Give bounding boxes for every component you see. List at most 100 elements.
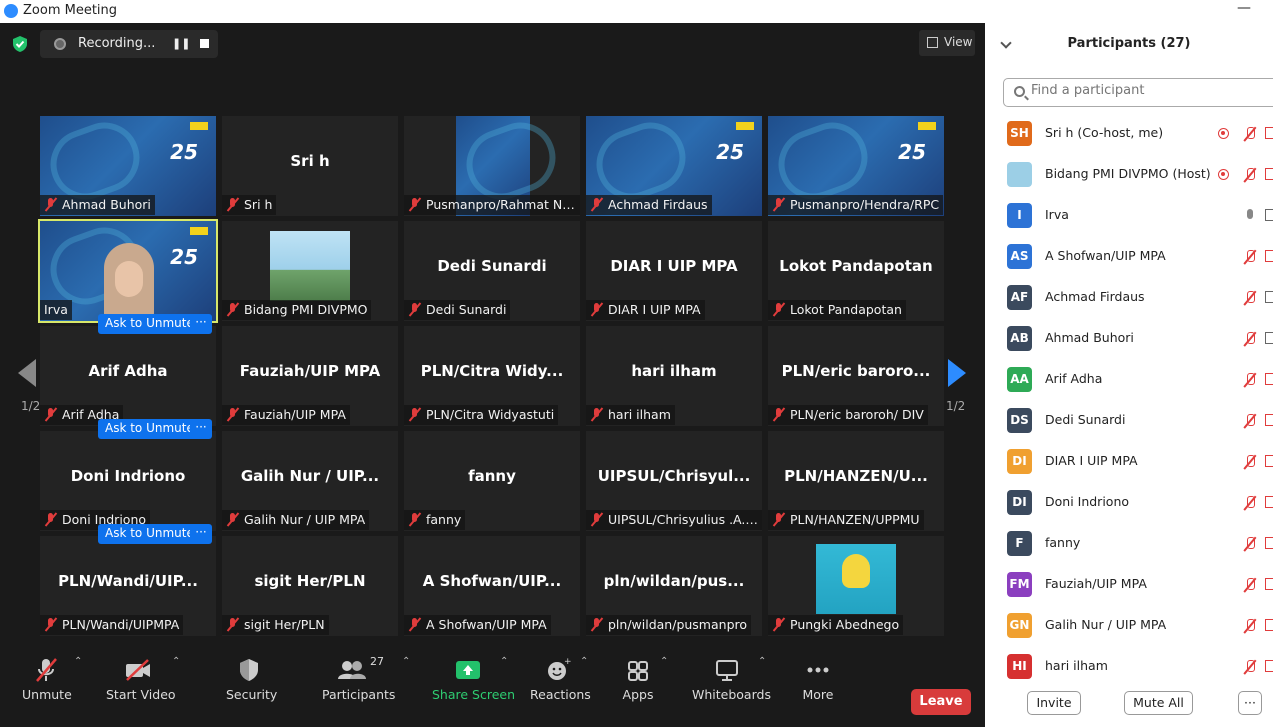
tile-center-name: Lokot Pandapotan <box>779 257 933 275</box>
tile-name: Galih Nur / UIP MPA <box>244 512 366 527</box>
tile-nameplate: Fauziah/UIP MPA <box>222 405 350 425</box>
video-tile[interactable]: A Shofwan/UIP... A Shofwan/UIP MPA <box>404 536 580 636</box>
video-tile[interactable]: fanny fanny <box>404 431 580 531</box>
participant-row[interactable]: AA Arif Adha <box>985 360 1273 401</box>
participant-search[interactable] <box>1003 78 1273 107</box>
video-tile[interactable]: pln/wildan/pus... pln/wildan/pusmanpro <box>586 536 762 636</box>
tile-name: pln/wildan/pusmanpro <box>608 617 748 632</box>
ask-to-unmute-button[interactable]: Ask to Unmute <box>98 419 201 439</box>
video-tile[interactable]: Galih Nur / UIP... Galih Nur / UIP MPA <box>222 431 398 531</box>
video-tile[interactable]: PLN/Citra Widy... PLN/Citra Widyastuti <box>404 326 580 426</box>
video-tile[interactable]: 25 Irva <box>38 219 218 323</box>
unmute-button[interactable]: Unmute <box>22 655 72 702</box>
whiteboards-button[interactable]: Whiteboards <box>692 655 771 702</box>
participant-row[interactable]: Bidang PMI DIVPMO (Host) <box>985 155 1273 196</box>
video-tile[interactable]: Bidang PMI DIVPMO <box>222 221 398 321</box>
avatar: GN <box>1007 613 1032 638</box>
apps-button[interactable]: Apps <box>620 655 656 702</box>
more-button[interactable]: More <box>800 655 836 702</box>
participant-row[interactable]: GN Galih Nur / UIP MPA <box>985 606 1273 647</box>
share-screen-button[interactable]: Share Screen <box>432 655 515 702</box>
pause-recording-icon[interactable]: ❚❚ <box>172 37 190 50</box>
video-tile[interactable]: Pusmanpro/Rahmat Nic... <box>404 116 580 216</box>
participant-row[interactable]: AS A Shofwan/UIP MPA <box>985 237 1273 278</box>
video-tile[interactable]: Doni Indriono Doni Indriono <box>40 431 216 531</box>
participants-panel-title: Participants (27) <box>1067 36 1191 51</box>
participant-row[interactable]: DS Dedi Sunardi <box>985 401 1273 442</box>
previous-page-arrow-icon[interactable] <box>18 359 36 387</box>
video-tile[interactable]: Sri h Sri h <box>222 116 398 216</box>
more-dots-icon <box>807 667 829 673</box>
video-tile[interactable]: Lokot Pandapotan Lokot Pandapotan <box>768 221 944 321</box>
minimize-button[interactable]: — <box>1237 0 1251 16</box>
invite-button[interactable]: Invite <box>1027 691 1081 715</box>
tile-center-name: PLN/HANZEN/U... <box>784 467 928 485</box>
video-tile[interactable]: sigit Her/PLN sigit Her/PLN <box>222 536 398 636</box>
tile-name: Fauziah/UIP MPA <box>244 407 346 422</box>
tile-center-name: hari ilham <box>631 362 717 380</box>
panel-more-button[interactable]: ··· <box>1238 691 1262 715</box>
video-tile[interactable]: 25 Pusmanpro/Hendra/RPC <box>768 116 944 216</box>
video-tile[interactable]: DIAR I UIP MPA DIAR I UIP MPA <box>586 221 762 321</box>
video-tile[interactable]: Arif Adha Arif Adha <box>40 326 216 426</box>
stop-recording-icon[interactable] <box>200 39 209 48</box>
participant-row[interactable]: HI hari ilham <box>985 647 1273 679</box>
video-tile[interactable]: PLN/eric baroro... PLN/eric baroroh/ DIV <box>768 326 944 426</box>
participant-search-input[interactable] <box>1031 83 1271 98</box>
tile-more-button[interactable]: ··· <box>190 314 212 334</box>
security-button[interactable]: Security <box>226 655 277 702</box>
tile-more-button[interactable]: ··· <box>190 524 212 544</box>
next-page-arrow-icon[interactable] <box>948 359 966 387</box>
video-tile[interactable]: Fauziah/UIP MPA Fauziah/UIP MPA <box>222 326 398 426</box>
participant-name: A Shofwan/UIP MPA <box>1045 248 1166 263</box>
participants-options-chevron-icon[interactable]: ⌃ <box>402 656 410 667</box>
video-tile[interactable]: 25 Achmad Firdaus <box>586 116 762 216</box>
video-off-icon <box>1265 660 1273 672</box>
participant-row[interactable]: AB Ahmad Buhori <box>985 319 1273 360</box>
start-video-label: Start Video <box>106 687 176 702</box>
video-tile[interactable]: PLN/Wandi/UIP... PLN/Wandi/UIPMPA <box>40 536 216 636</box>
leave-button[interactable]: Leave <box>911 689 971 715</box>
participant-row[interactable]: FM Fauziah/UIP MPA <box>985 565 1273 606</box>
video-tile[interactable]: UIPSUL/Chrisyul... UIPSUL/Chrisyulius .A.… <box>586 431 762 531</box>
video-tile[interactable]: Pungki Abednego <box>768 536 944 636</box>
ask-to-unmute-button[interactable]: Ask to Unmute <box>98 314 201 334</box>
video-tile[interactable]: PLN/HANZEN/U... PLN/HANZEN/UPPMU <box>768 431 944 531</box>
participant-row[interactable]: I Irva <box>985 196 1273 237</box>
avatar: HI <box>1007 654 1032 679</box>
muted-mic-icon <box>408 408 422 421</box>
share-options-chevron-icon[interactable]: ⌃ <box>500 656 508 667</box>
participants-button[interactable]: 27 Participants <box>322 655 395 702</box>
ask-to-unmute-button[interactable]: Ask to Unmute <box>98 524 201 544</box>
video-tile[interactable]: Dedi Sunardi Dedi Sunardi <box>404 221 580 321</box>
tile-center-name: Dedi Sunardi <box>437 257 547 275</box>
recording-label: Recording... <box>78 36 156 51</box>
video-off-icon <box>1265 578 1273 590</box>
security-shield-icon <box>240 659 258 681</box>
participant-row[interactable]: Ffanny <box>985 524 1273 565</box>
tile-name: Pusmanpro/Hendra/RPC <box>790 197 940 212</box>
reactions-options-chevron-icon[interactable]: ⌃ <box>580 656 588 667</box>
apps-options-chevron-icon[interactable]: ⌃ <box>660 656 668 667</box>
participant-list[interactable]: SH Sri h (Co-host, me) Bidang PMI DIVPMO (… <box>985 114 1273 679</box>
participant-row[interactable]: DI Doni Indriono <box>985 483 1273 524</box>
tile-name: Bidang PMI DIVPMO <box>244 302 368 317</box>
video-options-chevron-icon[interactable]: ⌃ <box>172 656 180 667</box>
tile-name: Lokot Pandapotan <box>790 302 902 317</box>
tile-more-button[interactable]: ··· <box>190 419 212 439</box>
mute-all-button[interactable]: Mute All <box>1124 691 1193 715</box>
reactions-button[interactable]: + Reactions <box>530 655 591 702</box>
view-button[interactable]: View <box>919 30 975 56</box>
participant-row[interactable]: SH Sri h (Co-host, me) <box>985 114 1273 155</box>
participant-row[interactable]: AF Achmad Firdaus <box>985 278 1273 319</box>
whiteboards-options-chevron-icon[interactable]: ⌃ <box>758 656 766 667</box>
tile-nameplate: Ahmad Buhori <box>40 195 155 215</box>
encryption-shield-icon[interactable] <box>11 35 29 53</box>
tile-name: PLN/Wandi/UIPMPA <box>62 617 180 632</box>
audio-options-chevron-icon[interactable]: ⌃ <box>74 656 82 667</box>
video-tile[interactable]: hari ilham hari ilham <box>586 326 762 426</box>
start-video-button[interactable]: Start Video <box>106 655 176 702</box>
grid-view-icon <box>927 37 938 48</box>
participant-row[interactable]: DI DIAR I UIP MPA <box>985 442 1273 483</box>
video-tile[interactable]: 25 Ahmad Buhori <box>40 116 216 216</box>
